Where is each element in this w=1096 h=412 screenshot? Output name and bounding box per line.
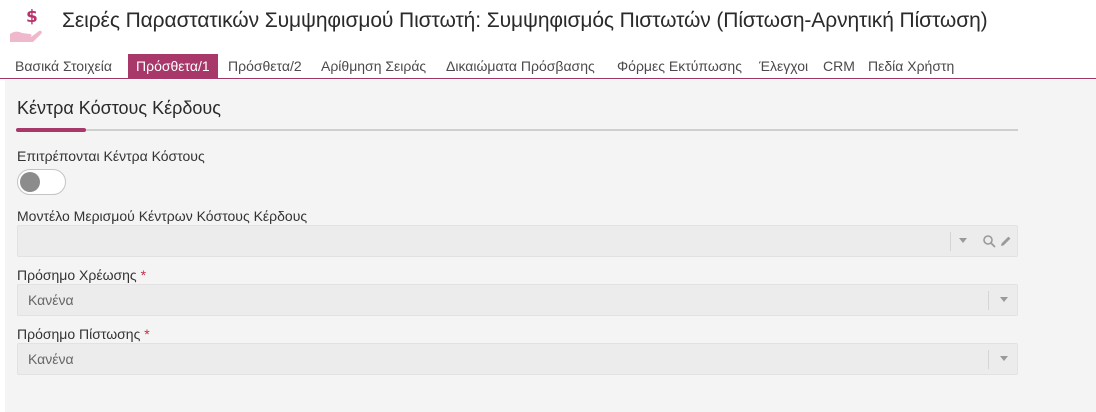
- tab-access-rights[interactable]: Δικαιώματα Πρόσβασης: [446, 54, 595, 79]
- credit-sign-label-text: Πρόσημο Πίστωσης: [17, 326, 141, 342]
- section-accent: [16, 128, 86, 132]
- allocation-model-label: Μοντέλο Μερισμού Κέντρων Κόστους Κέρδους: [17, 208, 308, 224]
- allow-cost-centers-label: Επιτρέπονται Κέντρα Κόστους: [17, 148, 205, 164]
- tab-print-forms[interactable]: Φόρμες Εκτύπωσης: [617, 54, 742, 79]
- tab-bar: Βασικά Στοιχεία Πρόσθετα/1 Πρόσθετα/2 Αρ…: [0, 54, 1096, 79]
- tab-checks[interactable]: Έλεγχοι: [759, 54, 808, 79]
- chevron-down-icon[interactable]: [952, 226, 974, 256]
- debit-sign-value: Κανένα: [28, 292, 74, 308]
- tab-crm[interactable]: CRM: [823, 54, 855, 79]
- debit-sign-label: Πρόσημο Χρέωσης *: [17, 267, 146, 283]
- debit-sign-label-text: Πρόσημο Χρέωσης: [17, 267, 137, 283]
- page-title: Σειρές Παραστατικών Συμψηφισμού Πιστωτή:…: [62, 9, 988, 32]
- credit-sign-value: Κανένα: [28, 351, 74, 367]
- header: $ Σειρές Παραστατικών Συμψηφισμού Πιστωτ…: [0, 0, 1096, 50]
- chevron-down-icon[interactable]: [993, 285, 1015, 315]
- tab-additional-2[interactable]: Πρόσθετα/2: [228, 54, 302, 79]
- svg-text:$: $: [26, 7, 38, 27]
- toggle-knob: [20, 172, 40, 192]
- section-title: Κέντρα Κόστους Κέρδους: [17, 98, 221, 118]
- pencil-icon[interactable]: [994, 226, 1016, 256]
- credit-sign-label: Πρόσημο Πίστωσης *: [17, 326, 150, 342]
- allow-cost-centers-toggle[interactable]: [17, 169, 66, 195]
- field-separator: [950, 232, 951, 251]
- hand-dollar-icon: $: [10, 7, 42, 42]
- tab-additional-1[interactable]: Πρόσθετα/1: [128, 54, 218, 79]
- chevron-down-icon[interactable]: [993, 344, 1015, 374]
- field-separator: [988, 350, 989, 369]
- section-divider: [16, 129, 1018, 131]
- tab-series-numbering[interactable]: Αρίθμηση Σειράς: [321, 54, 426, 79]
- field-separator: [988, 291, 989, 310]
- debit-sign-select[interactable]: Κανένα: [17, 284, 1018, 316]
- allocation-model-input[interactable]: [17, 225, 1018, 257]
- required-mark: *: [144, 326, 150, 342]
- tab-basic-info[interactable]: Βασικά Στοιχεία: [15, 54, 112, 79]
- required-mark: *: [140, 267, 147, 283]
- tab-user-fields[interactable]: Πεδία Χρήστη: [868, 54, 954, 79]
- credit-sign-select[interactable]: Κανένα: [17, 343, 1018, 375]
